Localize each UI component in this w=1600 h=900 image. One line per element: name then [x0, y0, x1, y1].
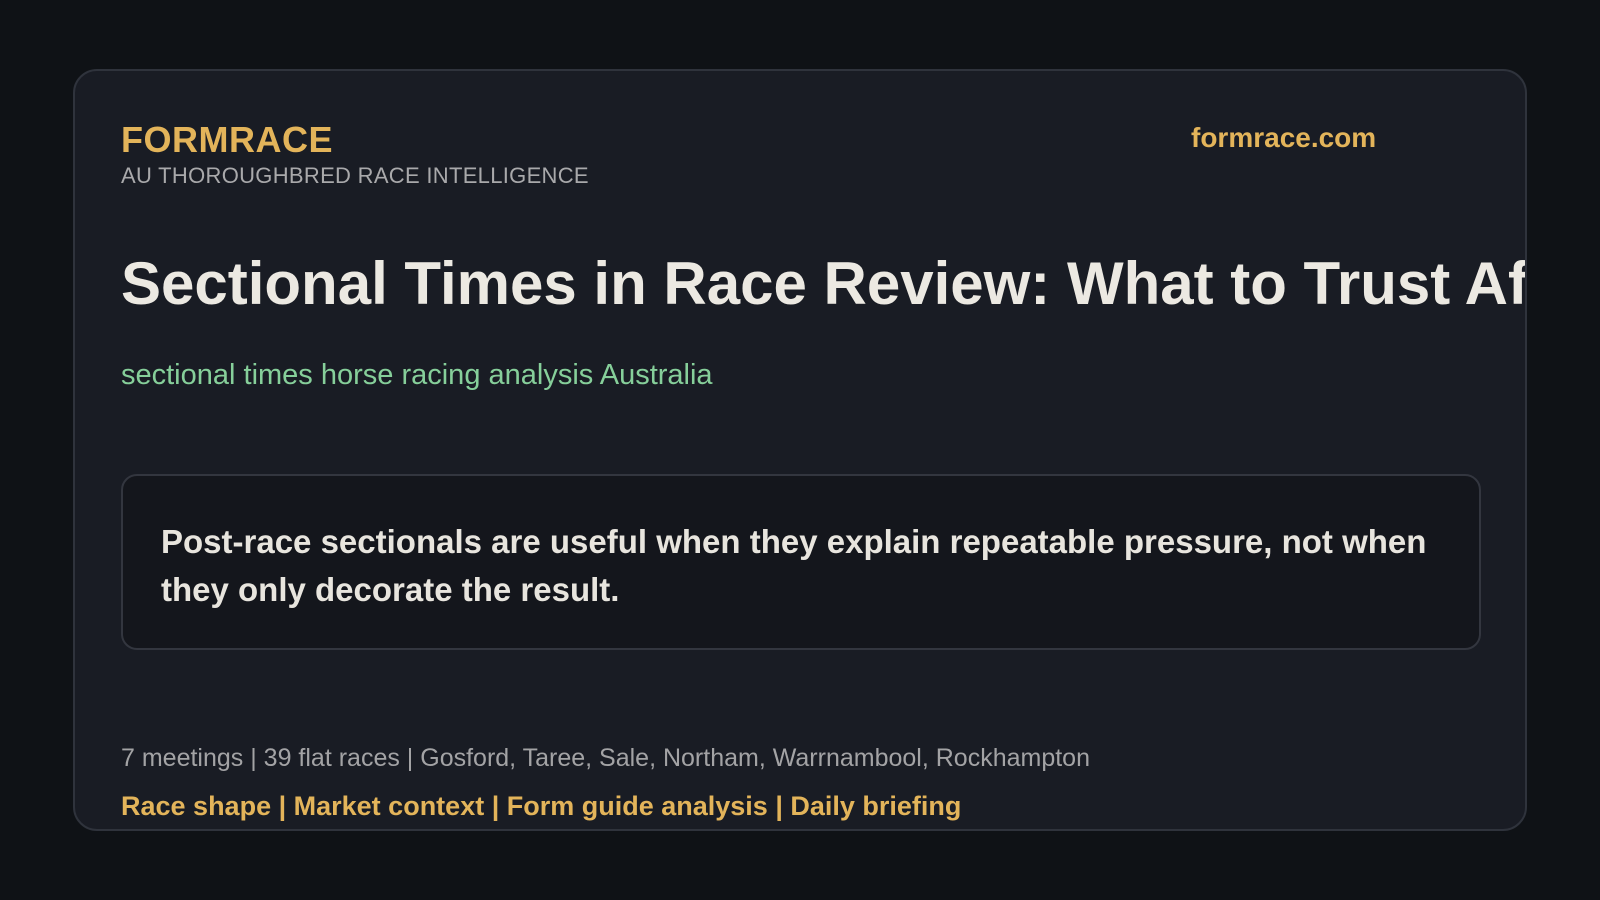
section-list: Race shape | Market context | Form guide…: [121, 791, 962, 821]
meeting-meta: 7 meetings | 39 flat races | Gosford, Ta…: [121, 744, 1090, 772]
site-domain-link[interactable]: formrace.com: [1191, 122, 1376, 154]
article-keywords: sectional times horse racing analysis Au…: [121, 359, 713, 391]
brand-name: FORMRACE: [121, 119, 333, 160]
summary-text: Post-race sectionals are useful when the…: [161, 523, 1427, 608]
social-card: FORMRACE AU THOROUGHBRED RACE INTELLIGEN…: [73, 69, 1527, 831]
brand-tagline: AU THOROUGHBRED RACE INTELLIGENCE: [121, 163, 589, 188]
article-headline: Sectional Times in Race Review: What to …: [121, 250, 1527, 317]
summary-box: Post-race sectionals are useful when the…: [121, 474, 1481, 650]
